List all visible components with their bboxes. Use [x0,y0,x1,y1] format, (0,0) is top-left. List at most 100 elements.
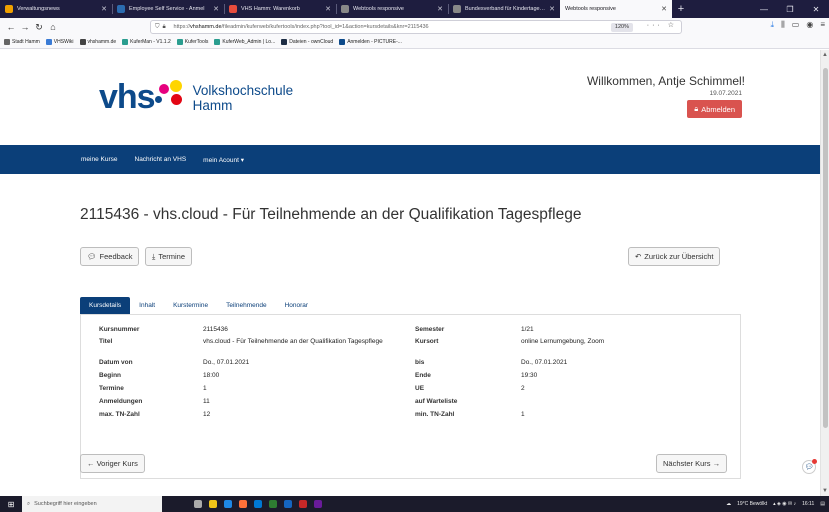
bookmark-item[interactable]: Dateien - ownCloud [281,39,333,45]
tab-title: Bundesverband für Kindertagespfle [465,6,547,12]
taskbar-search-input[interactable]: ⌕ Suchbegriff hier eingeben [22,496,162,512]
close-window-icon[interactable]: ✕ [803,0,829,18]
system-tray: ☁ 19°C Bewölkt ▴ ◈ ◉ ✉ ♪ 16:11 ▤ [726,496,825,512]
acrobat-icon[interactable] [299,500,307,508]
account-icon[interactable]: ◉ [806,20,813,30]
close-icon[interactable]: ✕ [101,5,107,13]
scroll-up-icon[interactable]: ▲ [822,52,828,58]
bookmark-icon [45,39,52,45]
logout-button[interactable]: 🔒︎ Abmelden [687,100,742,118]
app-icon[interactable] [269,500,277,508]
browser-tab[interactable]: Verwaltungsnews ✕ [0,0,112,18]
bookmark-item[interactable]: vhshamm.de [79,39,116,45]
back-arrow-icon[interactable]: ← [4,20,18,34]
browser-tab[interactable]: VHS Hamm: Warenkorb ✕ [224,0,336,18]
bookmarks-bar: Stadt Hamm VHSWiki vhshamm.de KuferMan -… [0,36,829,49]
forward-arrow-icon[interactable]: → [18,20,32,34]
download-icon[interactable]: ⤓ [771,20,775,30]
minimize-icon[interactable]: — [751,0,777,18]
browser-tab[interactable]: Bundesverband für Kindertagespfle ✕ [448,0,560,18]
windows-start-icon[interactable]: ⊞ [0,496,22,512]
browser-tab-active[interactable]: Webtools responsive ✕ [560,0,672,18]
edge-icon[interactable] [224,500,232,508]
browser-toolbar: ← → ↻ ⌂ ⛉ 🔒︎ https://vhshamm.de/fileadmi… [0,18,829,36]
next-course-button[interactable]: Nächster Kurs → [656,454,728,473]
firefox-icon[interactable] [239,500,247,508]
tray-icons[interactable]: ▴ ◈ ◉ ✉ ♪ [773,501,796,507]
close-icon[interactable]: ✕ [661,5,667,13]
file-explorer-icon[interactable] [209,500,217,508]
tab-title: VHS Hamm: Warenkorb [241,6,300,12]
close-icon[interactable]: ✕ [213,5,219,13]
word-icon[interactable] [284,500,292,508]
bookmark-icon [281,39,288,45]
shield-icon: ⛉ [155,23,160,30]
scroll-down-icon[interactable]: ▼ [822,488,828,494]
back-to-overview-button[interactable]: ↶ Zurück zur Übersicht [628,247,721,266]
page-title: 2115436 - vhs.cloud - Für Teilnehmende a… [80,206,582,223]
clock[interactable]: 16:11 [802,501,814,507]
tab-title: Webtools responsive [565,6,616,12]
scrollbar-thumb[interactable] [823,68,828,428]
current-date: 19.07.2021 [709,90,742,97]
search-icon: ⌕ [27,500,31,507]
close-icon[interactable]: ✕ [437,5,443,13]
tab-kurstermine[interactable]: Kurstermine [164,297,217,314]
outlook-icon[interactable] [254,500,262,508]
course-details-table: Kursnummer 2115436 Semester 1/21 Titel v… [80,315,741,479]
page-viewport: vhs Volkshochschule Hamm Willkommen, Ant… [0,50,820,496]
library-icon[interactable]: ⫼ [781,20,785,30]
lock-icon: 🔒︎ [162,23,166,30]
feedback-button[interactable]: 💬︎ Feedback [80,247,140,266]
reload-icon[interactable]: ↻ [32,20,46,34]
page-scrollbar[interactable]: ▲ ▼ [820,50,829,496]
main-navigation: meine Kurse Nachricht an VHS mein Acount… [0,145,820,174]
zoom-level[interactable]: 120% [610,23,633,32]
chat-bubble-icon: 💬︎ [87,252,97,261]
tab-kursdetails[interactable]: Kursdetails [80,297,131,314]
page-actions-icon[interactable]: ··· ☆ [647,21,677,29]
termine-button[interactable]: ⤓ Termine [145,247,193,266]
nav-item-meine-kurse[interactable]: meine Kurse [81,156,118,163]
previous-course-button[interactable]: ← Voriger Kurs [80,454,145,473]
bookmark-icon [122,39,129,45]
chat-widget-icon[interactable]: 💬︎ [802,459,817,474]
nav-item-account[interactable]: mein Acount ▾ [203,156,244,164]
app-icon[interactable] [314,500,322,508]
notification-icon[interactable]: ▤ [820,501,825,507]
course-tabs: Kursdetails Inhalt Kurstermine Teilnehme… [80,297,741,315]
new-tab-plus-icon[interactable]: + [672,0,690,18]
tab-inhalt[interactable]: Inhalt [130,297,164,314]
close-icon[interactable]: ✕ [549,5,555,13]
nav-item-nachricht[interactable]: Nachricht an VHS [135,156,187,163]
bookmark-item[interactable]: KuferWeb_Admin | Lo... [214,39,275,45]
bookmark-item[interactable]: KuferTools [176,39,208,45]
sidebar-icon[interactable]: ▭ [792,20,800,30]
maximize-icon[interactable]: ❐ [777,0,803,18]
home-icon[interactable]: ⌂ [46,20,60,34]
bookmark-icon [339,39,346,45]
bookmark-item[interactable]: KuferMan - V1.1.2 [122,39,171,45]
tab-honorar[interactable]: Honorar [276,297,317,314]
vhs-logo[interactable]: vhs Volkshochschule Hamm [99,78,293,117]
bookmark-item[interactable]: Anmelden - PICTURE-... [339,39,402,45]
bookmark-item[interactable]: VHSWiki [45,39,74,45]
lock-icon: 🔒︎ [694,104,699,113]
browser-tab[interactable]: Employee Self Service - Anmel ✕ [112,0,224,18]
welcome-message: Willkommen, Antje Schimmel! [586,74,745,88]
url-host: vhshamm.de [190,24,222,30]
url-bar[interactable]: ⛉ 🔒︎ https://vhshamm.de/fileadmin/kuferw… [150,20,682,34]
tab-teilnehmende[interactable]: Teilnehmende [217,297,275,314]
close-icon[interactable]: ✕ [325,5,331,13]
bookmark-folder-icon [4,39,10,45]
tab-title: Employee Self Service - Anmel [129,6,205,12]
weather-text[interactable]: 19°C Bewölkt [737,501,767,507]
bookmark-item[interactable]: Stadt Hamm [4,39,40,45]
task-view-icon[interactable] [194,500,202,508]
bookmark-icon [214,39,221,45]
windows-taskbar: ⊞ ⌕ Suchbegriff hier eingeben ☁ 19°C Bew… [0,496,829,512]
browser-tab[interactable]: Webtools responsive ✕ [336,0,448,18]
menu-icon[interactable]: ≡ [820,20,825,30]
download-icon: ⤓ [152,251,156,261]
tab-favicon-icon [453,5,461,13]
